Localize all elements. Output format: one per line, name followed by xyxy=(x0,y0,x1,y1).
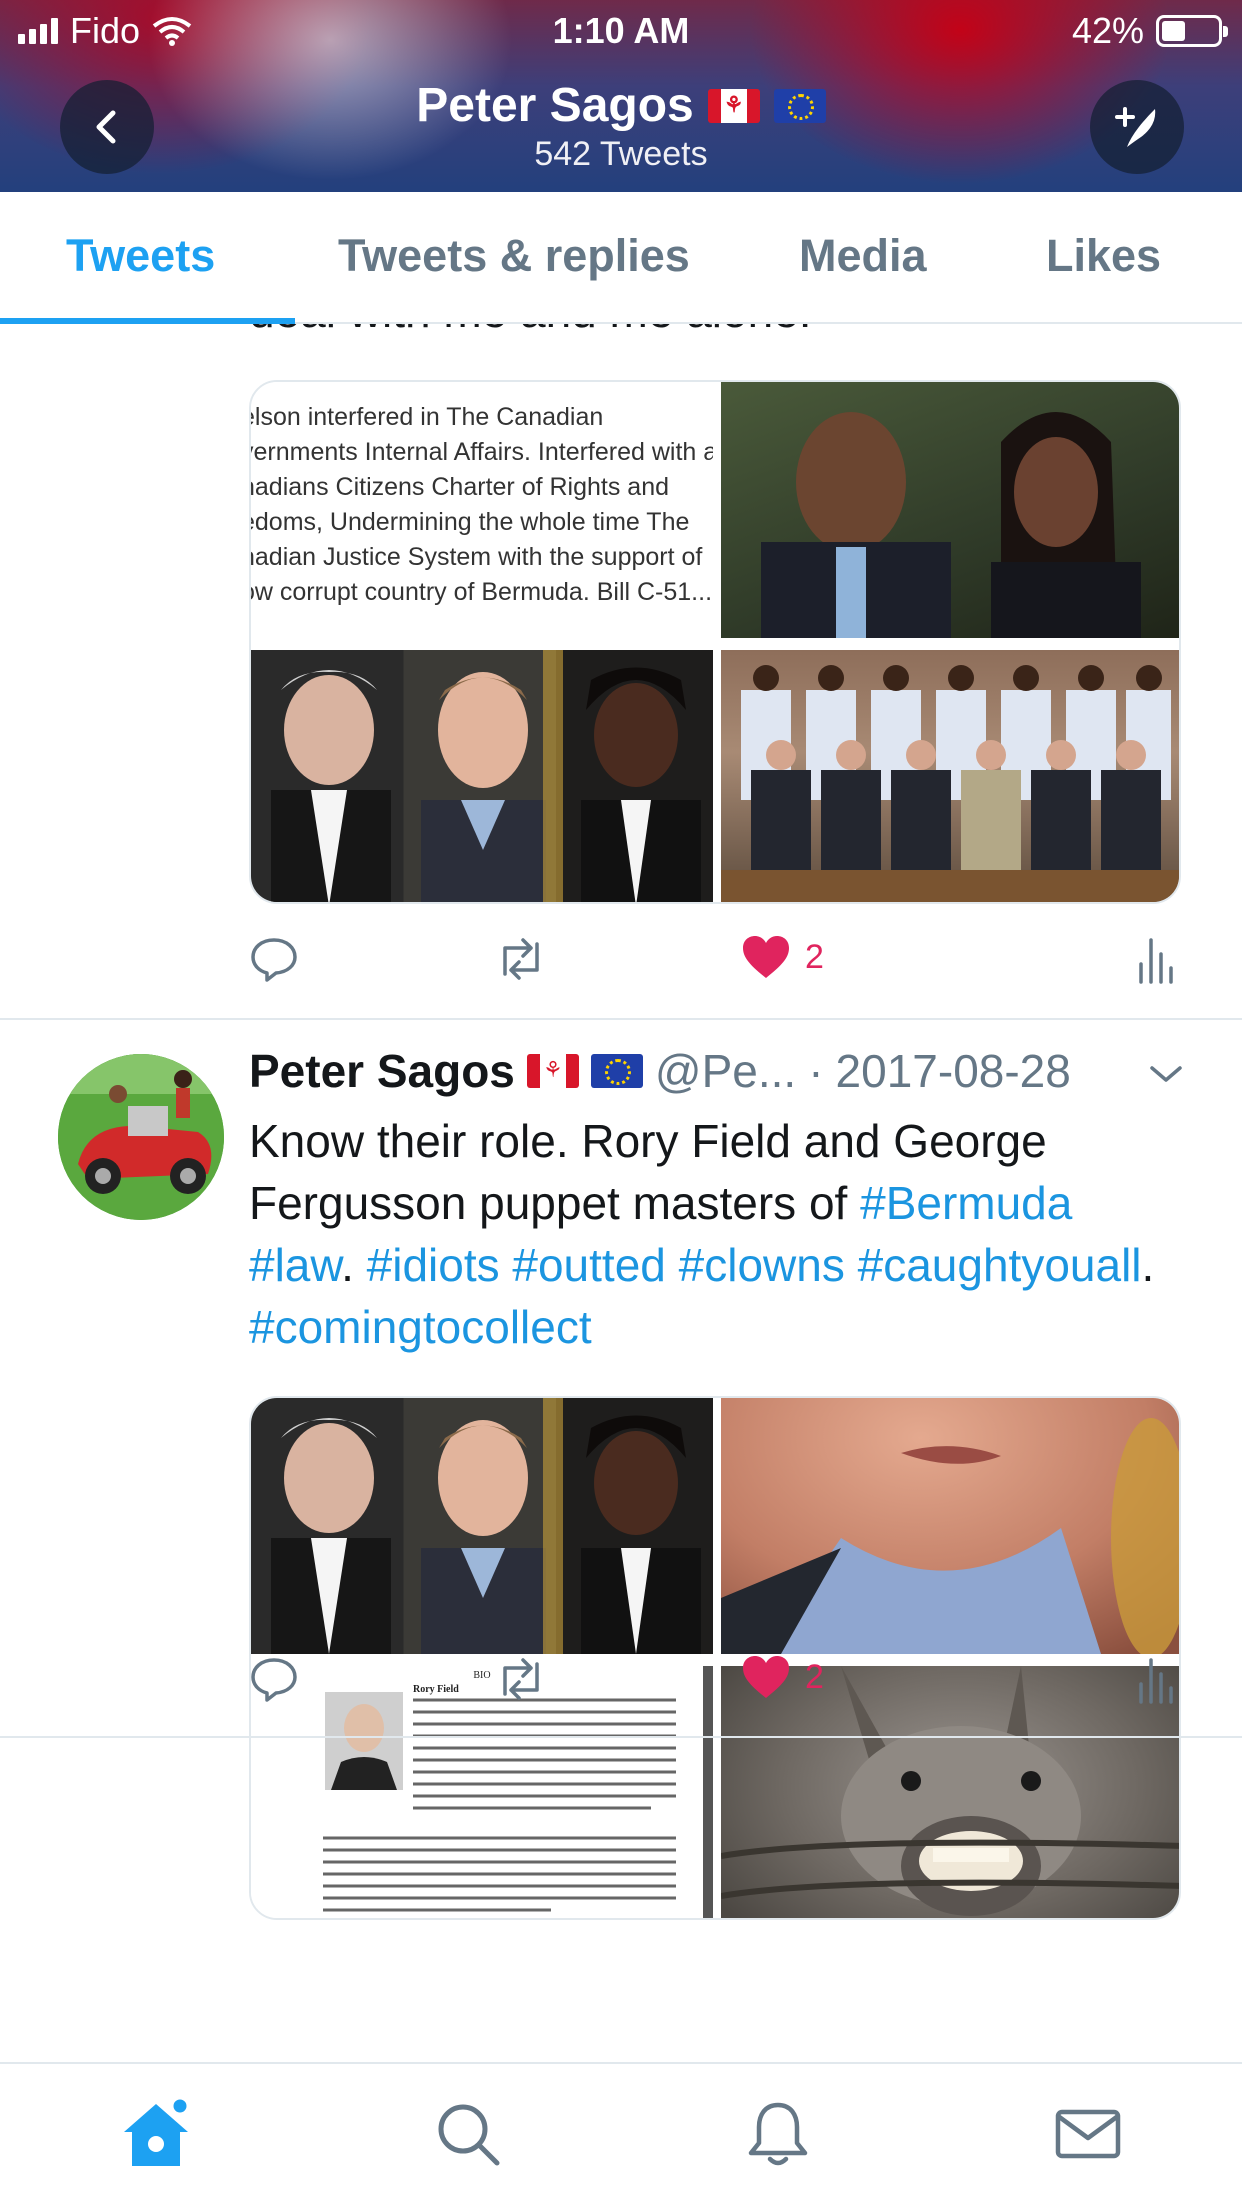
analytics-icon xyxy=(1139,1658,1173,1704)
hashtag-link[interactable]: #law xyxy=(249,1239,341,1291)
heart-filled-icon xyxy=(743,936,789,978)
reply-button[interactable] xyxy=(249,934,299,984)
author-handle[interactable]: @Pe... xyxy=(655,1044,796,1098)
retweet-button[interactable] xyxy=(493,934,549,984)
tweet-divider xyxy=(0,1736,1242,1738)
retweet-icon xyxy=(503,938,539,980)
status-right: 42% xyxy=(1071,10,1228,52)
image-text-line: nadian Justice System with the support o… xyxy=(251,543,703,571)
retweet-button[interactable] xyxy=(493,1654,549,1704)
tweet-actions: 2 xyxy=(249,1654,1179,1714)
like-button[interactable]: 2 xyxy=(741,1654,824,1700)
compose-feather-icon xyxy=(1115,107,1156,147)
retweet-icon xyxy=(503,1658,539,1700)
image-text-line: nadians Citizens Charter of Rights and xyxy=(251,473,670,501)
photo-lawyers-illustration xyxy=(271,650,701,902)
image-text-line: edoms, Undermining the whole time The xyxy=(251,508,690,536)
analytics-button[interactable] xyxy=(1135,934,1175,984)
battery-fill xyxy=(1162,21,1185,41)
heart-filled-icon xyxy=(743,1656,789,1698)
nav-notifications[interactable] xyxy=(738,2094,818,2174)
compose-button[interactable] xyxy=(1090,80,1184,174)
hashtag-link[interactable]: #caughtyouall xyxy=(858,1239,1142,1291)
image-text-line: ow corrupt country of Bermuda. Bill C-51… xyxy=(251,578,713,606)
like-count: 2 xyxy=(805,937,824,976)
bell-icon xyxy=(748,2102,808,2166)
mail-icon xyxy=(1055,2109,1121,2159)
media-photo-closeup[interactable] xyxy=(721,1398,1179,1654)
header-title: Peter Sagos 542 Tweets xyxy=(0,78,1242,174)
media-photo-couple[interactable] xyxy=(721,382,1179,638)
profile-header: Fido 1:10 AM 42% Peter Sagos 542 Tweets xyxy=(0,0,1242,192)
canada-flag-icon xyxy=(707,88,760,123)
tweet-header-row: Peter Sagos @Pe... · 2017-08-28 xyxy=(249,1044,1071,1098)
tab-tweets-replies[interactable]: Tweets & replies xyxy=(338,230,690,282)
reply-icon xyxy=(251,938,297,982)
tweet-actions: 2 xyxy=(249,934,1179,994)
chevron-down-icon xyxy=(1150,1066,1182,1082)
tweet-divider xyxy=(0,1018,1242,1020)
analytics-button[interactable] xyxy=(1135,1654,1175,1704)
avatar-image xyxy=(58,1054,224,1220)
reply-icon xyxy=(251,1658,297,1702)
analytics-icon xyxy=(1139,938,1173,984)
canada-flag-icon xyxy=(526,1054,579,1088)
search-icon xyxy=(438,2104,500,2166)
profile-name: Peter Sagos xyxy=(416,79,694,132)
home-icon xyxy=(124,2096,190,2166)
hashtag-link[interactable]: #Bermuda xyxy=(860,1177,1072,1229)
bottom-tab-bar xyxy=(0,2062,1242,2208)
eu-flag-icon xyxy=(773,88,826,123)
reply-button[interactable] xyxy=(249,1654,299,1704)
media-photo-lawyers[interactable] xyxy=(251,650,713,902)
tab-media[interactable]: Media xyxy=(799,230,927,282)
like-count: 2 xyxy=(805,1657,824,1696)
tweet-text: Know their role. Rory Field and George F… xyxy=(249,1110,1179,1358)
like-button[interactable]: 2 xyxy=(741,934,824,980)
tab-likes[interactable]: Likes xyxy=(1046,230,1161,282)
tweet-text-segment xyxy=(666,1239,679,1291)
hashtag-link[interactable]: #comingtocollect xyxy=(249,1301,592,1353)
tweet-text-segment: . xyxy=(341,1239,367,1291)
separator-dot: · xyxy=(808,1045,824,1097)
hashtag-link[interactable]: #outted xyxy=(512,1239,665,1291)
image-text-line: vernments Internal Affairs. Interfered w… xyxy=(251,438,713,466)
battery-icon xyxy=(1156,15,1228,47)
tweet-menu-button[interactable] xyxy=(1148,1062,1184,1091)
photo-closeup-illustration xyxy=(721,1418,1179,1654)
tweet-count: 542 Tweets xyxy=(534,135,708,173)
status-time: 1:10 AM xyxy=(552,10,690,51)
author-name[interactable]: Peter Sagos xyxy=(249,1044,515,1098)
tweet-date[interactable]: 2017-08-28 xyxy=(836,1044,1071,1098)
profile-name-row: Peter Sagos xyxy=(416,78,826,133)
nav-search[interactable] xyxy=(428,2094,508,2174)
active-tab-indicator xyxy=(0,318,295,324)
eu-flag-icon xyxy=(590,1054,643,1088)
media-photo-police-group[interactable] xyxy=(721,650,1179,902)
nav-home[interactable] xyxy=(116,2094,196,2174)
status-bar: Fido 1:10 AM 42% xyxy=(0,0,1242,60)
hashtag-link[interactable]: #clowns xyxy=(679,1239,845,1291)
nav-messages[interactable] xyxy=(1048,2094,1128,2174)
avatar[interactable] xyxy=(58,1054,224,1220)
media-text-screenshot[interactable]: elson interfered in The Canadian vernmen… xyxy=(251,382,713,638)
tweet-text-segment: . xyxy=(1141,1239,1155,1291)
tweet-text-segment xyxy=(845,1239,858,1291)
photo-police-illustration xyxy=(721,665,1179,902)
tweet-text-segment xyxy=(500,1239,513,1291)
profile-tabs: Tweets Tweets & replies Media Likes xyxy=(0,192,1242,324)
tweet-feed[interactable]: deal with me and me alone. elson interfe… xyxy=(0,324,1242,2062)
photo-couple-illustration xyxy=(761,412,1141,638)
tweet-media-grid[interactable]: elson interfered in The Canadian vernmen… xyxy=(249,380,1181,904)
photo-lawyers-illustration xyxy=(271,1398,701,1654)
battery-percent: 42% xyxy=(1071,10,1144,51)
image-text-line: elson interfered in The Canadian xyxy=(251,403,604,431)
tweet-text-partial: deal with me and me alone. xyxy=(249,324,812,338)
hashtag-link[interactable]: #idiots xyxy=(367,1239,500,1291)
tab-tweets[interactable]: Tweets xyxy=(66,230,215,282)
media-photo-lawyers[interactable] xyxy=(251,1398,713,1654)
